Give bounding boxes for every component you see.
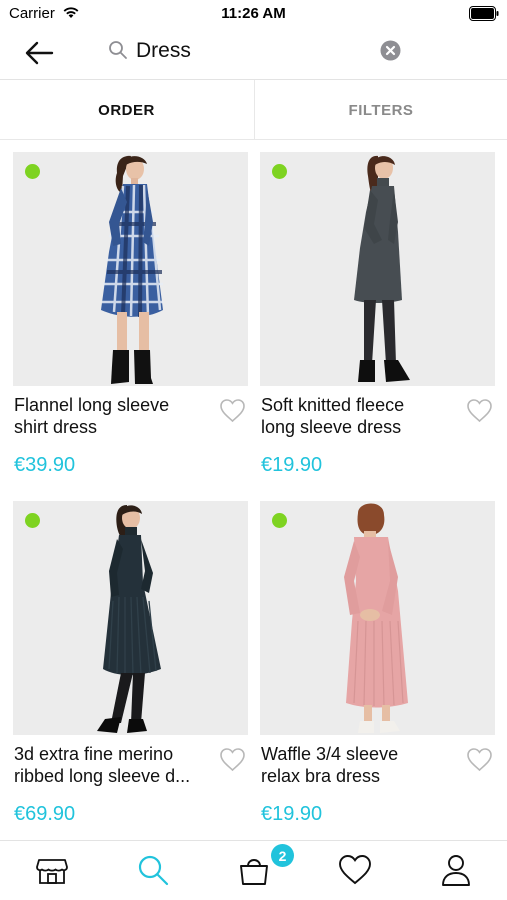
- nav-wishlist[interactable]: [338, 853, 372, 887]
- search-header: [0, 28, 507, 80]
- battery-icon: [469, 6, 499, 21]
- product-name: Flannel long sleeve shirt dress: [14, 394, 214, 438]
- search-icon: [138, 855, 169, 886]
- product-photo: [101, 155, 163, 384]
- product-name-line: Flannel long sleeve: [14, 395, 170, 415]
- clear-icon[interactable]: [380, 40, 401, 61]
- product-card[interactable]: Waffle 3/4 sleeve relax bra dress €19.90: [260, 501, 495, 836]
- product-image[interactable]: [260, 501, 495, 735]
- status-bar: Carrier 11:26 AM: [0, 0, 507, 28]
- user-icon: [442, 855, 470, 886]
- nav-store[interactable]: [35, 853, 69, 887]
- product-price: €39.90: [14, 454, 76, 476]
- product-image[interactable]: [260, 152, 495, 386]
- product-name: 3d extra fine merino ribbed long sleeve …: [14, 743, 214, 787]
- heart-icon[interactable]: [466, 747, 493, 772]
- nav-search[interactable]: [136, 853, 170, 887]
- product-name-line: shirt dress: [14, 417, 98, 437]
- heart-icon[interactable]: [219, 747, 246, 772]
- bottom-nav: 2: [0, 840, 507, 900]
- product-photo: [344, 503, 408, 733]
- nav-account[interactable]: [439, 853, 473, 887]
- product-price: €19.90: [261, 454, 323, 476]
- clock: 11:26 AM: [221, 5, 286, 22]
- product-name-line: Waffle 3/4 sleeve: [261, 744, 399, 764]
- nav-bag[interactable]: [237, 853, 271, 887]
- shopping-bag-icon: [240, 859, 268, 885]
- in-stock-indicator: [25, 513, 40, 528]
- heart-icon[interactable]: [219, 398, 246, 423]
- order-button[interactable]: ORDER: [0, 80, 253, 140]
- product-card[interactable]: 3d extra fine merino ribbed long sleeve …: [13, 501, 248, 836]
- cart-count-badge: 2: [271, 844, 294, 867]
- product-name: Soft knitted fleece long sleeve dress: [261, 394, 461, 438]
- product-name-line: long sleeve dress: [261, 417, 402, 437]
- product-card[interactable]: Soft knitted fleece long sleeve dress €1…: [260, 152, 495, 487]
- sort-filter-bar: ORDER FILTERS: [0, 80, 507, 140]
- product-photo: [354, 155, 410, 382]
- back-arrow-icon[interactable]: [22, 38, 58, 68]
- in-stock-indicator: [272, 164, 287, 179]
- heart-icon[interactable]: [466, 398, 493, 423]
- product-card[interactable]: Flannel long sleeve shirt dress €39.90: [13, 152, 248, 487]
- product-price: €19.90: [261, 803, 323, 825]
- product-image[interactable]: [13, 501, 248, 735]
- filters-button[interactable]: FILTERS: [254, 80, 507, 140]
- product-photo: [97, 505, 161, 733]
- product-name-line: 3d extra fine merino: [14, 744, 174, 764]
- search-icon: [109, 41, 127, 59]
- product-name-line: relax bra dress: [261, 766, 381, 786]
- product-name-line: ribbed long sleeve d...: [14, 766, 191, 786]
- heart-icon: [339, 855, 371, 885]
- product-price: €69.90: [14, 803, 76, 825]
- product-name: Waffle 3/4 sleeve relax bra dress: [261, 743, 461, 787]
- store-icon: [36, 859, 68, 884]
- product-name-line: Soft knitted fleece: [261, 395, 405, 415]
- search-input[interactable]: [136, 35, 366, 67]
- in-stock-indicator: [272, 513, 287, 528]
- product-image[interactable]: [13, 152, 248, 386]
- in-stock-indicator: [25, 164, 40, 179]
